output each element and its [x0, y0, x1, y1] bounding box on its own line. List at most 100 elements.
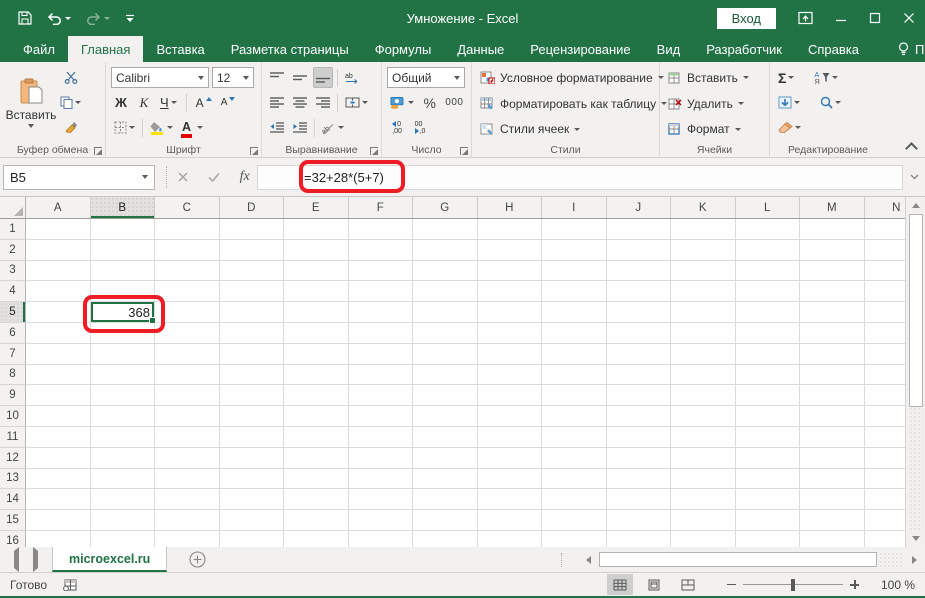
cell-D12[interactable]	[220, 448, 285, 469]
cell-E16[interactable]	[284, 531, 349, 547]
orientation-button[interactable]: ab	[319, 117, 347, 138]
column-header-M[interactable]: M	[800, 197, 865, 218]
cell-I15[interactable]	[542, 510, 607, 531]
cell-G6[interactable]	[413, 323, 478, 344]
cell-F5[interactable]	[349, 302, 414, 323]
cell-B14[interactable]	[91, 489, 156, 510]
cell-G7[interactable]	[413, 344, 478, 365]
underline-button[interactable]: Ч	[157, 92, 180, 113]
cell-F15[interactable]	[349, 510, 414, 531]
cell-F3[interactable]	[349, 261, 414, 282]
cell-J2[interactable]	[607, 240, 672, 261]
cell-I13[interactable]	[542, 469, 607, 490]
row-header-15[interactable]: 15	[0, 510, 26, 531]
cell-C9[interactable]	[155, 385, 220, 406]
select-all-button[interactable]	[0, 197, 26, 218]
enter-entry-button[interactable]	[203, 166, 225, 188]
cell-N7[interactable]	[865, 344, 906, 365]
clipboard-dialog-launcher[interactable]	[94, 147, 102, 155]
cell-F2[interactable]	[349, 240, 414, 261]
cell-L9[interactable]	[736, 385, 801, 406]
cell-G4[interactable]	[413, 281, 478, 302]
cell-J7[interactable]	[607, 344, 672, 365]
column-header-G[interactable]: G	[413, 197, 478, 218]
cell-B15[interactable]	[91, 510, 156, 531]
cell-A3[interactable]	[26, 261, 91, 282]
align-center-button[interactable]	[290, 92, 310, 113]
cell-M12[interactable]	[800, 448, 865, 469]
page-layout-view-button[interactable]	[641, 574, 667, 595]
cell-N6[interactable]	[865, 323, 906, 344]
cell-C13[interactable]	[155, 469, 220, 490]
cell-A11[interactable]	[26, 427, 91, 448]
sheet-prev-button[interactable]	[14, 551, 19, 569]
cell-J12[interactable]	[607, 448, 672, 469]
tab-справка[interactable]: Справка	[795, 36, 872, 62]
cell-F7[interactable]	[349, 344, 414, 365]
font-size-combo[interactable]: 12	[212, 67, 254, 88]
cell-A8[interactable]	[26, 365, 91, 386]
formula-bar-splitter[interactable]	[155, 166, 167, 188]
cell-D4[interactable]	[220, 281, 285, 302]
scroll-right-button[interactable]	[905, 551, 923, 568]
horizontal-scroll-thumb[interactable]	[599, 552, 877, 567]
paste-button[interactable]: Вставить	[5, 65, 57, 141]
cell-H3[interactable]	[478, 261, 543, 282]
increase-decimal-button[interactable]: 0,00	[387, 117, 407, 138]
cell-B3[interactable]	[91, 261, 156, 282]
fill-button[interactable]	[775, 92, 803, 113]
cell-K8[interactable]	[671, 365, 736, 386]
cell-C2[interactable]	[155, 240, 220, 261]
percent-style-button[interactable]: %	[420, 92, 440, 113]
cell-M14[interactable]	[800, 489, 865, 510]
cell-I14[interactable]	[542, 489, 607, 510]
cell-G16[interactable]	[413, 531, 478, 547]
cell-N3[interactable]	[865, 261, 906, 282]
cell-M16[interactable]	[800, 531, 865, 547]
cell-F13[interactable]	[349, 469, 414, 490]
cell-D16[interactable]	[220, 531, 285, 547]
cell-N10[interactable]	[865, 406, 906, 427]
cell-N2[interactable]	[865, 240, 906, 261]
cell-J8[interactable]	[607, 365, 672, 386]
cell-D11[interactable]	[220, 427, 285, 448]
cell-N9[interactable]	[865, 385, 906, 406]
wrap-text-button[interactable]: ab	[342, 67, 364, 88]
cell-M10[interactable]	[800, 406, 865, 427]
cell-L11[interactable]	[736, 427, 801, 448]
cell-K4[interactable]	[671, 281, 736, 302]
cell-A1[interactable]	[26, 219, 91, 240]
cell-C16[interactable]	[155, 531, 220, 547]
cell-M11[interactable]	[800, 427, 865, 448]
sign-in-button[interactable]: Вход	[717, 8, 776, 29]
bold-button[interactable]: Ж	[111, 92, 131, 113]
cell-E12[interactable]	[284, 448, 349, 469]
cell-A7[interactable]	[26, 344, 91, 365]
cell-K15[interactable]	[671, 510, 736, 531]
cell-E7[interactable]	[284, 344, 349, 365]
fill-color-button[interactable]	[147, 117, 176, 138]
cell-A14[interactable]	[26, 489, 91, 510]
cell-L4[interactable]	[736, 281, 801, 302]
cell-F12[interactable]	[349, 448, 414, 469]
row-header-3[interactable]: 3	[0, 261, 26, 282]
cell-N8[interactable]	[865, 365, 906, 386]
cell-F1[interactable]	[349, 219, 414, 240]
cell-D7[interactable]	[220, 344, 285, 365]
autosum-button[interactable]: Σ	[775, 67, 797, 88]
horizontal-scroll-track[interactable]	[879, 552, 903, 567]
tab-главная[interactable]: Главная	[68, 36, 143, 62]
cell-M6[interactable]	[800, 323, 865, 344]
cell-M7[interactable]	[800, 344, 865, 365]
cell-C7[interactable]	[155, 344, 220, 365]
cell-H15[interactable]	[478, 510, 543, 531]
cell-B1[interactable]	[91, 219, 156, 240]
font-dialog-launcher[interactable]	[250, 147, 258, 155]
cell-D6[interactable]	[220, 323, 285, 344]
cell-A2[interactable]	[26, 240, 91, 261]
redo-button[interactable]	[86, 12, 110, 25]
cell-J10[interactable]	[607, 406, 672, 427]
zoom-slider-track[interactable]	[743, 584, 843, 585]
column-header-A[interactable]: A	[26, 197, 91, 218]
align-middle-button[interactable]	[290, 67, 310, 88]
